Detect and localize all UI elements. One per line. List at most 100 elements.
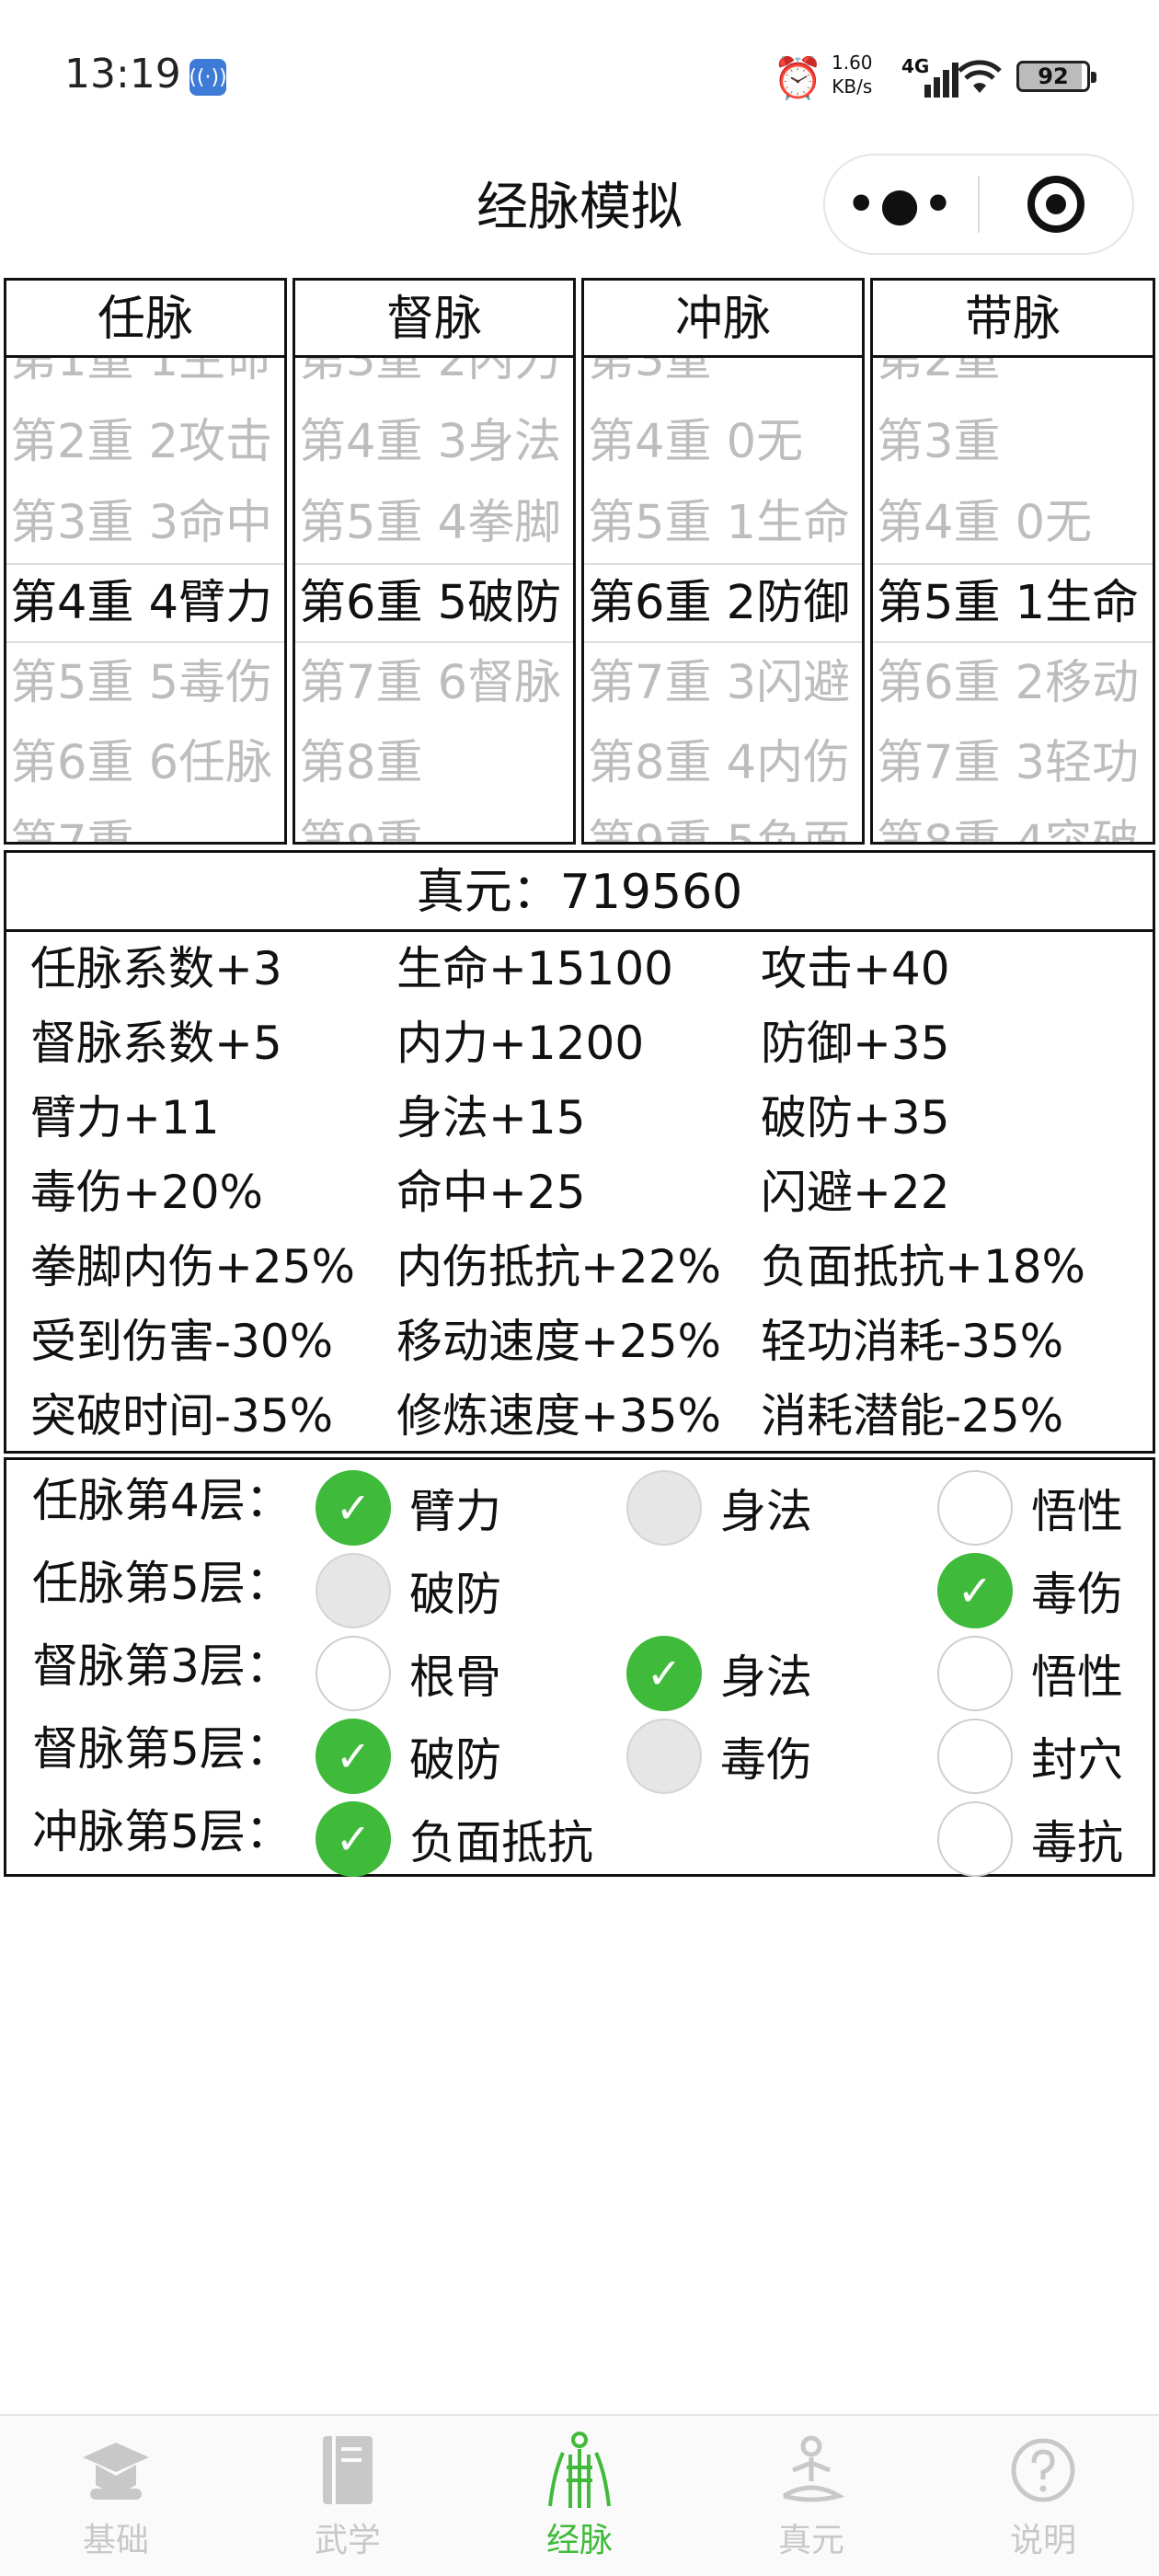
picker-option[interactable]: 第3重 [877,402,1153,482]
more-button[interactable]: •●• [825,178,978,231]
layer-option[interactable]: 根骨 [316,1636,501,1711]
stat-item: 突破时间-35% [30,1389,334,1443]
stat-item: 毒伤+20% [30,1166,264,1219]
picker-option[interactable]: 第3重 3命中 [10,483,284,563]
layer-label: 督脉第5层： [32,1722,292,1776]
checkbox-checked[interactable]: ✓ [316,1470,391,1546]
checkbox-unchecked[interactable] [937,1719,1013,1794]
layer-option: 身法 [626,1470,812,1546]
picker-option[interactable]: 第3重 [588,358,862,400]
layer-option[interactable]: ✓ 身法 [626,1636,812,1711]
layer-option[interactable]: 毒抗 [937,1801,1123,1877]
hotspot-icon: ((·)) [189,59,227,96]
checkbox-unchecked[interactable] [937,1801,1013,1877]
layer-option[interactable]: 悟性 [937,1470,1123,1546]
layer-label: 冲脉第5层： [32,1805,292,1858]
option-label: 封穴 [1031,1733,1123,1787]
picker-option[interactable]: 第3重 2内力 [299,358,573,400]
picker-chongmai[interactable]: 冲脉 第3重 第4重 0无 第5重 1生命 第6重 2防御 第7重 3闪避 第8… [581,278,865,845]
checkbox-disabled [626,1719,702,1794]
picker-option[interactable]: 第6重 2移动 [877,643,1153,723]
picker-column[interactable]: 第3重 第4重 0无 第5重 1生命 第6重 2防御 第7重 3闪避 第8重 4… [584,358,862,842]
picker-title: 带脉 [873,281,1153,358]
option-label: 负面抵抗 [409,1816,593,1869]
picker-option[interactable]: 第8重 [299,723,573,803]
bottom-tab-bar: 基础 武学 经脉 真元 说明 [0,2414,1159,2576]
tab-label: 经脉 [545,2522,613,2559]
picker-renmai[interactable]: 任脉 第1重 1生命 第2重 2攻击 第3重 3命中 第4重 4臂力 第5重 5… [4,278,287,845]
checkbox-unchecked[interactable] [937,1636,1013,1711]
layer-option[interactable]: ✓ 破防 [316,1719,501,1794]
stat-item: 移动速度+25% [396,1315,722,1368]
layer-label: 任脉第4层： [32,1474,292,1527]
picker-option[interactable]: 第9重 5负面 [588,803,862,842]
tab-label: 武学 [314,2522,381,2559]
stat-item: 破防+35 [761,1091,950,1144]
layer-option[interactable]: ✓ 毒伤 [937,1553,1123,1628]
tab-label: 基础 [82,2522,149,2559]
checkbox-unchecked[interactable] [316,1636,391,1711]
picker-daimai[interactable]: 带脉 第2重 第3重 第4重 0无 第5重 1生命 第6重 2移动 第7重 3轻… [870,278,1155,845]
checkbox-checked[interactable]: ✓ [316,1719,391,1794]
picker-option[interactable]: 第5重 5毒伤 [10,643,284,723]
option-label: 毒伤 [1031,1568,1123,1621]
picker-dumai[interactable]: 督脉 第3重 2内力 第4重 3身法 第5重 4拳脚 第6重 5破防 第7重 6… [293,278,576,845]
checkbox-checked[interactable]: ✓ [937,1553,1013,1628]
stat-item: 攻击+40 [761,942,950,995]
picker-option[interactable]: 第4重 0无 [588,402,862,482]
layer-option[interactable]: ✓ 负面抵抗 [316,1801,593,1877]
picker-option[interactable]: 第1重 1生命 [10,358,284,400]
option-label: 臂力 [409,1485,501,1538]
picker-option[interactable]: 第9重 [299,803,573,842]
picker-option[interactable]: 第8重 4突破 [877,803,1153,842]
picker-option[interactable]: 第4重 0无 [877,483,1153,563]
clock: 13:19 [64,51,181,98]
picker-column[interactable]: 第3重 2内力 第4重 3身法 第5重 4拳脚 第6重 5破防 第7重 6督脉 … [295,358,573,842]
picker-option[interactable]: 第7重 3轻功 [877,723,1153,803]
picker-option[interactable]: 第7重 6督脉 [299,643,573,723]
layer-row: 督脉第3层： 根骨 ✓ 身法 悟性 [6,1629,1153,1712]
checkbox-checked[interactable]: ✓ [316,1801,391,1877]
picker-option-selected[interactable]: 第6重 5破防 [299,563,573,643]
picker-option[interactable]: 第2重 [877,358,1153,400]
close-button[interactable] [980,176,1132,233]
picker-option[interactable]: 第4重 3身法 [299,402,573,482]
tab-help[interactable]: 说明 [927,2416,1159,2576]
option-label: 根骨 [409,1650,501,1704]
network-speed: 1.60 KB/s [832,51,873,106]
stat-item: 命中+25 [396,1166,586,1219]
picker-column[interactable]: 第1重 1生命 第2重 2攻击 第3重 3命中 第4重 4臂力 第5重 5毒伤 … [6,358,284,842]
checkbox-unchecked[interactable] [937,1470,1013,1546]
picker-option-selected[interactable]: 第6重 2防御 [588,563,862,643]
checkbox-checked[interactable]: ✓ [626,1636,702,1711]
picker-option[interactable]: 第7重 3闪避 [588,643,862,723]
tab-zhenyuan[interactable]: 真元 [695,2416,927,2576]
picker-title: 任脉 [6,281,284,358]
tab-basic[interactable]: 基础 [0,2416,232,2576]
mini-program-capsule: •●• [823,154,1134,255]
picker-column[interactable]: 第2重 第3重 第4重 0无 第5重 1生命 第6重 2移动 第7重 3轻功 第… [873,358,1153,842]
option-label: 悟性 [1031,1650,1123,1704]
stat-item: 修炼速度+35% [396,1389,722,1443]
picker-option-selected[interactable]: 第4重 4臂力 [10,563,284,643]
picker-option[interactable]: 第5重 1生命 [588,483,862,563]
alarm-icon: ⏰ [773,55,823,102]
status-bar: 13:19 ((·)) ⏰ 1.60 KB/s 4G 92 [0,0,1159,152]
picker-title: 督脉 [295,281,573,358]
picker-option[interactable]: 第5重 4拳脚 [299,483,573,563]
stat-item: 负面抵抗+18% [761,1240,1086,1294]
picker-option[interactable]: 第2重 2攻击 [10,402,284,482]
layer-option[interactable]: 封穴 [937,1719,1123,1794]
tab-martial[interactable]: 武学 [232,2416,464,2576]
picker-option[interactable]: 第7重 [10,803,284,842]
tab-meridian[interactable]: 经脉 [464,2416,695,2576]
picker-option-selected[interactable]: 第5重 1生命 [877,563,1153,643]
layer-option[interactable]: ✓ 臂力 [316,1470,501,1546]
layer-option[interactable]: 悟性 [937,1636,1123,1711]
zhenyuan-total: 真元：719560 [6,853,1153,932]
speed-unit: KB/s [832,75,873,98]
picker-option[interactable]: 第8重 4内伤 [588,723,862,803]
stats-summary: 真元：719560 任脉系数+3 生命+15100 攻击+40 督脉系数+5 内… [4,850,1155,1454]
stat-item: 臂力+11 [30,1091,220,1144]
picker-option[interactable]: 第6重 6任脉 [10,723,284,803]
